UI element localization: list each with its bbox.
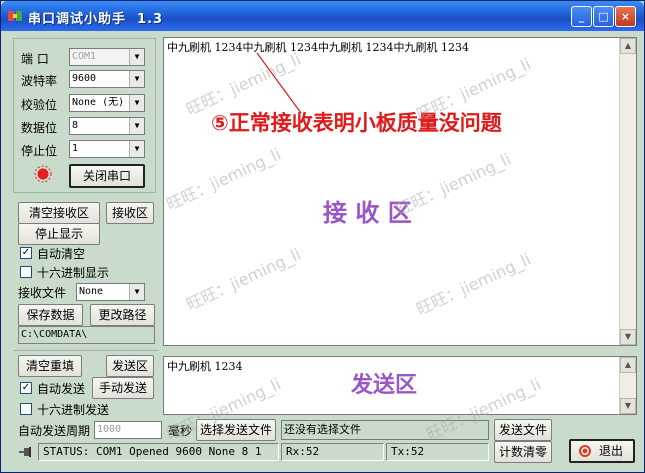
stopbits-label: 停止位 — [21, 144, 58, 158]
receive-path-field: C:\COMDATA\ — [18, 326, 155, 344]
close-port-button[interactable]: 关闭串口 — [69, 164, 145, 188]
auto-clear-label: 自动清空 — [37, 247, 86, 261]
databits-label: 数据位 — [21, 121, 58, 135]
receive-zone-label: 接 收 区 — [323, 198, 412, 227]
exit-icon — [579, 445, 591, 457]
reset-count-button[interactable]: 计数清零 — [494, 441, 552, 463]
send-period-input[interactable]: 1000 — [94, 421, 162, 439]
stop-display-button[interactable]: 停止显示 — [18, 223, 100, 245]
port-status-led-icon — [34, 165, 52, 183]
select-send-file-button[interactable]: 选择发送文件 — [196, 419, 276, 441]
chevron-down-icon: ▼ — [129, 71, 144, 87]
tx-counter: Tx:52 — [386, 443, 489, 461]
annotation-text: ⑤正常接收表明小板质量没问题 — [211, 111, 502, 135]
send-area-button[interactable]: 发送区 — [106, 355, 154, 377]
scroll-up-icon[interactable]: ▲ — [620, 38, 636, 54]
section-divider — [13, 350, 159, 352]
send-scrollbar[interactable]: ▲ ▼ — [619, 357, 636, 414]
chevron-down-icon: ▼ — [129, 95, 144, 111]
receive-scrollbar[interactable]: ▲ ▼ — [619, 38, 636, 345]
parity-value: None (无) — [72, 97, 125, 108]
scroll-up-icon[interactable]: ▲ — [620, 357, 636, 373]
exit-button[interactable]: 退出 — [569, 439, 635, 463]
maximize-button[interactable]: □ — [593, 6, 614, 27]
change-path-button[interactable]: 更改路径 — [90, 304, 155, 326]
port-select[interactable]: COM1 ▼ — [69, 48, 145, 66]
pin-icon — [19, 447, 31, 457]
manual-send-button[interactable]: 手动发送 — [92, 377, 154, 399]
parity-select[interactable]: None (无) ▼ — [69, 94, 145, 112]
stopbits-value: 1 — [72, 143, 79, 154]
clear-resend-button[interactable]: 清空重填 — [18, 355, 82, 377]
chevron-down-icon: ▼ — [129, 284, 144, 300]
send-file-status: 还没有选择文件 — [281, 420, 489, 440]
title-bar[interactable]: 串口调试小助手 1.3 _ □ × — [1, 1, 644, 31]
parity-label: 校验位 — [21, 98, 58, 112]
scroll-down-icon[interactable]: ▼ — [620, 329, 636, 345]
receive-file-label: 接收文件 — [18, 286, 67, 300]
receive-file-value: None — [79, 286, 104, 297]
save-data-button[interactable]: 保存数据 — [18, 304, 83, 326]
receive-area-button[interactable]: 接收区 — [106, 202, 154, 224]
chevron-down-icon: ▼ — [129, 141, 144, 157]
app-icon — [8, 11, 22, 21]
status-text: STATUS: COM1 Opened 9600 None 8 1 — [38, 443, 279, 461]
baud-label: 波特率 — [21, 74, 58, 88]
port-label: 端 口 — [21, 52, 49, 66]
hex-send-checkbox[interactable] — [20, 403, 32, 415]
hex-send-label: 十六进制发送 — [37, 403, 110, 417]
close-button[interactable]: × — [615, 6, 636, 27]
exit-label: 退出 — [599, 444, 624, 458]
receive-content: 中九刷机 1234中九刷机 1234中九刷机 1234中九刷机 1234 — [167, 41, 469, 54]
auto-send-label: 自动发送 — [37, 382, 86, 396]
ms-label: 毫秒 — [168, 424, 193, 438]
minimize-button[interactable]: _ — [571, 6, 592, 27]
stopbits-select[interactable]: 1 ▼ — [69, 140, 145, 158]
send-file-button[interactable]: 发送文件 — [494, 419, 552, 441]
receive-file-select[interactable]: None ▼ — [76, 283, 145, 301]
baud-select[interactable]: 9600 ▼ — [69, 70, 145, 88]
port-value: COM1 — [72, 51, 97, 62]
send-content: 中九刷机 1234 — [167, 360, 243, 373]
scroll-down-icon[interactable]: ▼ — [620, 398, 636, 414]
hex-display-checkbox[interactable] — [20, 266, 32, 278]
auto-send-checkbox[interactable]: ✓ — [20, 382, 32, 394]
app-window: 串口调试小助手 1.3 _ □ × 端 口 COM1 ▼ 波特率 9600 ▼ … — [0, 0, 645, 473]
hex-display-label: 十六进制显示 — [37, 266, 110, 280]
chevron-down-icon: ▼ — [129, 118, 144, 134]
clear-receive-button[interactable]: 清空接收区 — [18, 202, 100, 224]
send-zone-label: 发送区 — [351, 372, 418, 398]
auto-clear-checkbox[interactable]: ✓ — [20, 247, 32, 259]
databits-select[interactable]: 8 ▼ — [69, 117, 145, 135]
window-title: 串口调试小助手 1.3 — [28, 12, 164, 27]
databits-value: 8 — [72, 120, 79, 131]
chevron-down-icon: ▼ — [129, 49, 144, 65]
baud-value: 9600 — [72, 73, 97, 84]
rx-counter: Rx:52 — [281, 443, 384, 461]
receive-textarea[interactable]: 中九刷机 1234中九刷机 1234中九刷机 1234中九刷机 1234 ▲ ▼ — [163, 37, 637, 346]
send-period-label: 自动发送周期 — [18, 424, 91, 438]
